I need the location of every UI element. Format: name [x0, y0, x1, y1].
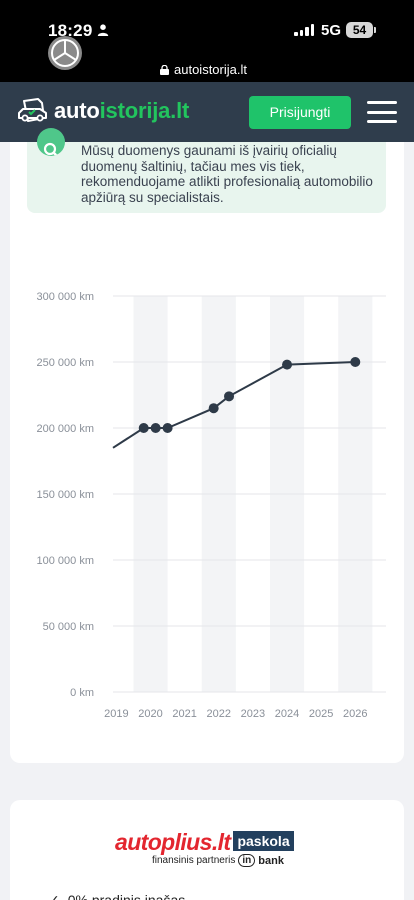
- data-point: [138, 423, 149, 433]
- person-icon: [97, 24, 109, 36]
- y-tick-label: 150 000 km: [37, 489, 94, 501]
- y-tick-label: 200 000 km: [37, 423, 94, 435]
- hamburger-menu-icon[interactable]: [367, 101, 397, 123]
- logo-text-auto: auto: [54, 98, 100, 123]
- x-tick-label: 2025: [309, 708, 333, 720]
- y-tick-label: 300 000 km: [37, 291, 94, 303]
- x-tick-label: 2026: [343, 708, 367, 720]
- data-point: [350, 357, 361, 367]
- signal-icon: [294, 24, 314, 36]
- x-tick-label: 2020: [138, 708, 162, 720]
- battery-icon: 54: [346, 22, 373, 38]
- network-type: 5G: [321, 22, 342, 39]
- login-button[interactable]: Prisijungti: [249, 96, 351, 129]
- data-point: [208, 403, 219, 414]
- autoplius-text: autoplius.lt: [115, 829, 231, 855]
- notice-line: duomenų šaltinių, tačiau mes vis tiek,: [81, 158, 305, 174]
- x-tick-label: 2023: [241, 708, 265, 720]
- mileage-chart: 300 000 km 250 000 km 200 000 km 150 000 km…: [37, 291, 386, 720]
- x-tick-label: 2021: [172, 708, 196, 720]
- notice-line: rekomenduojame atlikti profesionalią aut…: [81, 174, 373, 189]
- notice-line: Mūsų duomenys gaunami iš įvairių oficial…: [81, 143, 337, 158]
- data-point: [162, 423, 173, 433]
- x-tick-label: 2022: [207, 708, 231, 720]
- y-tick-label: 250 000 km: [37, 357, 94, 369]
- x-tick-label: 2024: [275, 708, 299, 720]
- partner-prefix: finansinis partneris: [152, 855, 236, 866]
- notice-line: apžiūrą su specialistais.: [81, 189, 224, 205]
- battery-tip: [374, 27, 376, 33]
- check-icon: ✓: [48, 892, 60, 900]
- logo-text-istorija: istorija.lt: [99, 98, 190, 123]
- feature-item: ✓ 0% pradinis įnašas: [48, 892, 185, 900]
- mileage-card: Mūsų duomenys gaunami iš įvairių oficial…: [10, 128, 404, 763]
- data-point: [282, 359, 293, 370]
- y-tick-label: 50 000 km: [43, 621, 94, 633]
- x-tick-label: 2019: [104, 708, 128, 720]
- notice-text: Mūsų duomenys gaunami iš įvairių oficial…: [81, 143, 381, 205]
- autoplius-logo[interactable]: autoplius.lt paskola: [115, 830, 294, 854]
- app-icon: [48, 36, 82, 70]
- document-car-icon: [18, 98, 47, 122]
- data-point: [150, 423, 161, 433]
- url-text: autoistorija.lt: [174, 62, 247, 77]
- status-bar: 18:29 5G 54 autoistorija.lt: [0, 0, 414, 82]
- site-logo[interactable]: autoistorija.lt: [18, 98, 189, 124]
- inbank-in: in: [242, 855, 252, 866]
- inbank-logo: in: [238, 854, 256, 867]
- y-tick-label: 0 km: [70, 687, 94, 699]
- partner-line: finansinis partneris in bank: [152, 854, 284, 867]
- feature-label: 0% pradinis įnašas: [67, 892, 186, 900]
- y-tick-label: 100 000 km: [37, 555, 94, 567]
- search-icon: [37, 128, 65, 156]
- address-bar[interactable]: autoistorija.lt: [160, 62, 247, 77]
- inbank-bank: bank: [258, 854, 284, 867]
- data-point: [224, 391, 235, 402]
- lock-icon: [160, 64, 169, 75]
- financing-card: autoplius.lt paskola finansinis partneri…: [10, 800, 404, 900]
- data-source-notice: Mūsų duomenys gaunami iš įvairių oficial…: [27, 128, 386, 213]
- paskola-badge: paskola: [233, 831, 294, 851]
